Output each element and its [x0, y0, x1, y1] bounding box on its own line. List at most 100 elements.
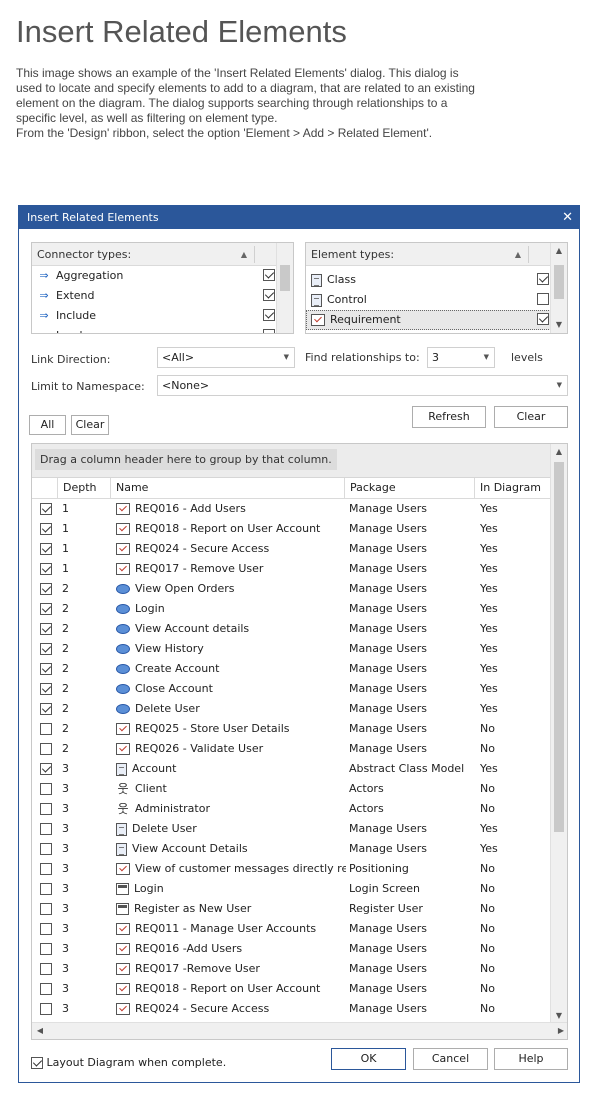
row-checkbox[interactable] [40, 783, 52, 795]
table-row[interactable]: 3 웃 Client Actors No [32, 779, 567, 799]
row-checkbox[interactable] [40, 803, 52, 815]
layout-diagram-checkbox[interactable] [31, 1057, 43, 1069]
table-row[interactable]: 2 Login Manage Users Yes [32, 599, 567, 619]
table-row[interactable]: 2 Delete User Manage Users Yes [32, 699, 567, 719]
group-by-bar[interactable]: Drag a column header here to group by th… [32, 444, 567, 478]
table-row[interactable]: 3 View Account Details Manage Users Yes [32, 839, 567, 859]
row-checkbox[interactable] [40, 763, 52, 775]
refresh-button[interactable]: Refresh [412, 406, 486, 428]
row-checkbox-cell[interactable] [40, 659, 56, 679]
row-checkbox-cell[interactable] [40, 799, 56, 819]
row-checkbox[interactable] [40, 663, 52, 675]
element-types-header[interactable]: Element types: ▲ [306, 243, 567, 266]
table-row[interactable]: 3 REQ024 - Secure Access Manage Users No [32, 999, 567, 1019]
row-checkbox[interactable] [40, 903, 52, 915]
row-checkbox-cell[interactable] [40, 599, 56, 619]
row-checkbox[interactable] [40, 703, 52, 715]
grid-horizontal-scrollbar[interactable]: ◀ ▶ [32, 1022, 567, 1039]
row-checkbox[interactable] [40, 1003, 52, 1015]
scroll-thumb[interactable] [554, 265, 564, 299]
table-row[interactable]: 1 REQ017 - Remove User Manage Users Yes [32, 559, 567, 579]
clear-selection-button[interactable]: Clear [71, 415, 109, 435]
connector-type-item[interactable]: ⇒ Extend [32, 286, 293, 306]
table-row[interactable]: 3 REQ018 - Report on User Account Manage U… [32, 979, 567, 999]
table-row[interactable]: 1 REQ018 - Report on User Account Manage U… [32, 519, 567, 539]
row-checkbox[interactable] [40, 623, 52, 635]
table-row[interactable]: 1 REQ024 - Secure Access Manage Users Yes [32, 539, 567, 559]
scroll-thumb[interactable] [280, 265, 290, 291]
row-checkbox[interactable] [40, 523, 52, 535]
column-header-depth[interactable]: Depth [57, 478, 109, 498]
row-checkbox-cell[interactable] [40, 639, 56, 659]
element-type-checkbox[interactable] [537, 293, 549, 305]
table-row[interactable]: 2 Close Account Manage Users Yes [32, 679, 567, 699]
scroll-up-icon[interactable]: ▲ [551, 243, 567, 259]
row-checkbox[interactable] [40, 843, 52, 855]
sort-up-icon[interactable]: ▲ [241, 243, 247, 266]
connector-type-checkbox[interactable] [263, 309, 275, 321]
row-checkbox-cell[interactable] [40, 939, 56, 959]
table-row[interactable]: 2 REQ025 - Store User Details Manage Users… [32, 719, 567, 739]
clear-button[interactable]: Clear [494, 406, 568, 428]
row-checkbox-cell[interactable] [40, 779, 56, 799]
row-checkbox[interactable] [40, 643, 52, 655]
row-checkbox-cell[interactable] [40, 979, 56, 999]
table-row[interactable]: 3 웃 Administrator Actors No [32, 799, 567, 819]
layout-diagram-option[interactable]: Layout Diagram when complete. [31, 1056, 226, 1069]
row-checkbox[interactable] [40, 563, 52, 575]
connector-types-header[interactable]: Connector types: ▲ [32, 243, 293, 266]
row-checkbox[interactable] [40, 943, 52, 955]
table-row[interactable]: 1 REQ016 - Add Users Manage Users Yes [32, 499, 567, 519]
table-row[interactable]: 3 Account Abstract Class Model Yes [32, 759, 567, 779]
row-checkbox-cell[interactable] [40, 679, 56, 699]
table-row[interactable]: 3 REQ017 -Remove User Manage Users No [32, 959, 567, 979]
row-checkbox-cell[interactable] [40, 959, 56, 979]
grid-vertical-scrollbar[interactable]: ▲ ▼ [550, 444, 567, 1024]
scroll-down-icon[interactable]: ▼ [551, 317, 567, 333]
row-checkbox[interactable] [40, 983, 52, 995]
help-button[interactable]: Help [494, 1048, 568, 1070]
connector-scrollbar[interactable] [276, 243, 293, 333]
table-row[interactable]: 3 REQ011 - Manage User Accounts Manage Use… [32, 919, 567, 939]
table-row[interactable]: 2 Create Account Manage Users Yes [32, 659, 567, 679]
limit-namespace-select[interactable]: <None> ▼ [157, 375, 568, 396]
row-checkbox[interactable] [40, 923, 52, 935]
scroll-up-icon[interactable]: ▲ [551, 444, 567, 460]
row-checkbox-cell[interactable] [40, 559, 56, 579]
connector-type-checkbox[interactable] [263, 329, 275, 333]
connector-type-checkbox[interactable] [263, 289, 275, 301]
row-checkbox[interactable] [40, 823, 52, 835]
link-direction-select[interactable]: <All> ▼ [157, 347, 295, 368]
row-checkbox-cell[interactable] [40, 879, 56, 899]
scroll-thumb[interactable] [554, 462, 564, 832]
connector-type-item[interactable]: ⇒ Include [32, 306, 293, 326]
scroll-right-icon[interactable]: ▶ [553, 1023, 567, 1039]
row-checkbox-cell[interactable] [40, 519, 56, 539]
element-type-checkbox[interactable] [537, 273, 549, 285]
related-elements-grid[interactable]: Drag a column header here to group by th… [31, 443, 568, 1040]
element-type-item[interactable]: Requirement [306, 310, 567, 330]
row-checkbox[interactable] [40, 863, 52, 875]
column-header-package[interactable]: Package [344, 478, 474, 498]
connector-type-item[interactable]: ⇒ Invokes [32, 326, 293, 333]
table-row[interactable]: 3 Delete User Manage Users Yes [32, 819, 567, 839]
table-row[interactable]: 3 Register as New User Register User No [32, 899, 567, 919]
row-checkbox-cell[interactable] [40, 619, 56, 639]
row-checkbox[interactable] [40, 543, 52, 555]
table-row[interactable]: 3 View of customer messages directly rela… [32, 859, 567, 879]
scroll-left-icon[interactable]: ◀ [32, 1023, 48, 1039]
row-checkbox[interactable] [40, 683, 52, 695]
row-checkbox-cell[interactable] [40, 579, 56, 599]
row-checkbox-cell[interactable] [40, 499, 56, 519]
table-row[interactable]: 2 View Open Orders Manage Users Yes [32, 579, 567, 599]
row-checkbox[interactable] [40, 723, 52, 735]
column-header-in-diagram[interactable]: In Diagram [474, 478, 552, 498]
row-checkbox-cell[interactable] [40, 839, 56, 859]
row-checkbox-cell[interactable] [40, 899, 56, 919]
row-checkbox[interactable] [40, 503, 52, 515]
row-checkbox[interactable] [40, 603, 52, 615]
row-checkbox[interactable] [40, 583, 52, 595]
dialog-titlebar[interactable]: Insert Related Elements ✕ [19, 206, 579, 229]
row-checkbox-cell[interactable] [40, 919, 56, 939]
row-checkbox-cell[interactable] [40, 739, 56, 759]
